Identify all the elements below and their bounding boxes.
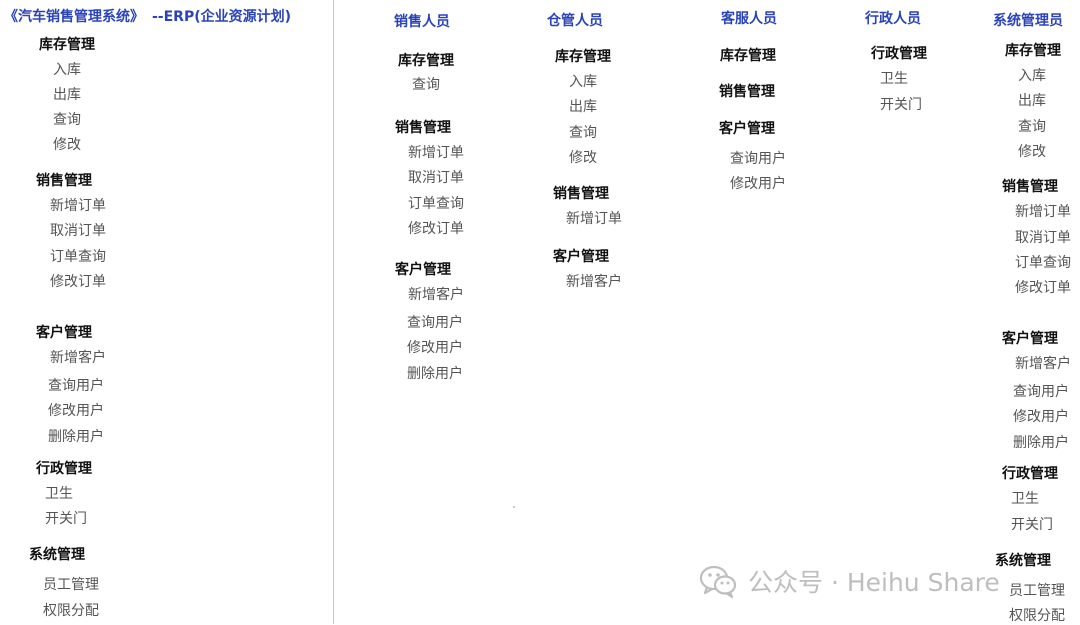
stray-dot: [513, 506, 515, 508]
sysadmin-role-sales-item: 订单查询: [1015, 255, 1071, 271]
service-role-customer-item: 查询用户: [730, 151, 786, 167]
role-header-sales: 销售人员: [394, 14, 450, 30]
sales-role-customer-item: 修改用户: [407, 340, 463, 356]
sales-role-sales-title: 销售管理: [395, 120, 451, 136]
system-title: 《汽车销售管理系统》: [4, 9, 144, 25]
sysadmin-role-sales-item: 取消订单: [1015, 230, 1071, 246]
overview-admin-item: 开关门: [45, 511, 87, 527]
warehouse-role-inventory-item: 入库: [569, 74, 597, 90]
sysadmin-role-inventory-item: 修改: [1018, 144, 1046, 160]
overview-sales-title: 销售管理: [36, 173, 92, 189]
sales-role-sales-item: 修改订单: [408, 221, 464, 237]
sysadmin-role-customer-item: 新增客户: [1015, 356, 1071, 372]
overview-inventory-item: 出库: [53, 87, 81, 103]
service-role-inventory-title: 库存管理: [720, 48, 776, 64]
sales-role-inventory-item: 查询: [412, 77, 440, 93]
role-header-service: 客服人员: [721, 11, 777, 27]
service-role-customer-title: 客户管理: [719, 121, 775, 137]
sysadmin-role-customer-title: 客户管理: [1002, 331, 1058, 347]
sales-role-inventory-title: 库存管理: [398, 53, 454, 69]
sysadmin-role-admin-title: 行政管理: [1002, 466, 1058, 482]
watermark-text: 公众号 · Heihu Share: [748, 568, 1000, 597]
service-role-customer-item: 修改用户: [730, 176, 786, 192]
overview-inventory-item: 修改: [53, 137, 81, 153]
system-subtitle: --ERP(企业资源计划): [152, 9, 292, 25]
warehouse-role-customer-title: 客户管理: [553, 249, 609, 265]
sysadmin-role-inventory-item: 查询: [1018, 119, 1046, 135]
sales-role-sales-item: 订单查询: [408, 196, 464, 212]
warehouse-role-inventory-item: 查询: [569, 125, 597, 141]
sales-role-customer-title: 客户管理: [395, 262, 451, 278]
warehouse-role-customer-item: 新增客户: [566, 274, 622, 290]
overview-inventory-item: 入库: [53, 62, 81, 78]
wechat-icon: [699, 565, 737, 599]
overview-sales-item: 订单查询: [50, 249, 106, 265]
warehouse-role-inventory-title: 库存管理: [555, 49, 611, 65]
service-role-sales-title: 销售管理: [719, 84, 775, 100]
overview-sales-item: 新增订单: [50, 198, 106, 214]
role-header-admin: 行政人员: [865, 11, 921, 27]
admin-role-admin-title: 行政管理: [871, 46, 927, 62]
sysadmin-role-system-item: 员工管理: [1009, 583, 1065, 599]
overview-sales-item: 取消订单: [50, 223, 106, 239]
sales-role-customer-item: 删除用户: [407, 366, 463, 382]
overview-admin-title: 行政管理: [36, 461, 92, 477]
overview-customer-item: 新增客户: [50, 350, 106, 366]
sysadmin-role-admin-item: 卫生: [1011, 491, 1039, 507]
overview-inventory-title: 库存管理: [39, 37, 95, 53]
sysadmin-role-sales-item: 新增订单: [1015, 204, 1071, 220]
warehouse-role-inventory-item: 出库: [569, 99, 597, 115]
overview-inventory-item: 查询: [53, 112, 81, 128]
admin-role-admin-item: 卫生: [880, 71, 908, 87]
sysadmin-role-customer-item: 删除用户: [1013, 435, 1069, 451]
watermark: 公众号 · Heihu Share: [698, 561, 1000, 601]
overview-system-item: 权限分配: [43, 603, 99, 619]
warehouse-role-inventory-item: 修改: [569, 150, 597, 166]
sysadmin-role-sales-item: 修改订单: [1015, 280, 1071, 296]
sysadmin-role-inventory-title: 库存管理: [1005, 43, 1061, 59]
overview-system-title: 系统管理: [29, 547, 85, 563]
sysadmin-role-customer-item: 修改用户: [1013, 409, 1069, 425]
role-header-sysadmin: 系统管理员: [993, 13, 1063, 29]
overview-customer-item: 删除用户: [48, 429, 104, 445]
sysadmin-role-system-item: 权限分配: [1009, 608, 1065, 624]
overview-customer-item: 修改用户: [48, 403, 104, 419]
sysadmin-role-inventory-item: 出库: [1018, 93, 1046, 109]
sysadmin-role-inventory-item: 入库: [1018, 68, 1046, 84]
sysadmin-role-admin-item: 开关门: [1011, 517, 1053, 533]
sales-role-sales-item: 取消订单: [408, 170, 464, 186]
overview-system-item: 员工管理: [43, 577, 99, 593]
overview-admin-item: 卫生: [45, 486, 73, 502]
overview-sales-item: 修改订单: [50, 274, 106, 290]
overview-customer-item: 查询用户: [48, 378, 104, 394]
sales-role-customer-item: 查询用户: [407, 315, 463, 331]
column-divider: [333, 0, 334, 624]
sales-role-sales-item: 新增订单: [408, 145, 464, 161]
role-header-warehouse: 仓管人员: [547, 13, 603, 29]
sysadmin-role-customer-item: 查询用户: [1013, 384, 1069, 400]
sysadmin-role-sales-title: 销售管理: [1002, 179, 1058, 195]
sysadmin-role-system-title: 系统管理: [995, 553, 1051, 569]
warehouse-role-sales-item: 新增订单: [566, 211, 622, 227]
warehouse-role-sales-title: 销售管理: [553, 186, 609, 202]
sales-role-customer-item: 新增客户: [408, 287, 464, 303]
admin-role-admin-item: 开关门: [880, 97, 922, 113]
overview-customer-title: 客户管理: [36, 325, 92, 341]
